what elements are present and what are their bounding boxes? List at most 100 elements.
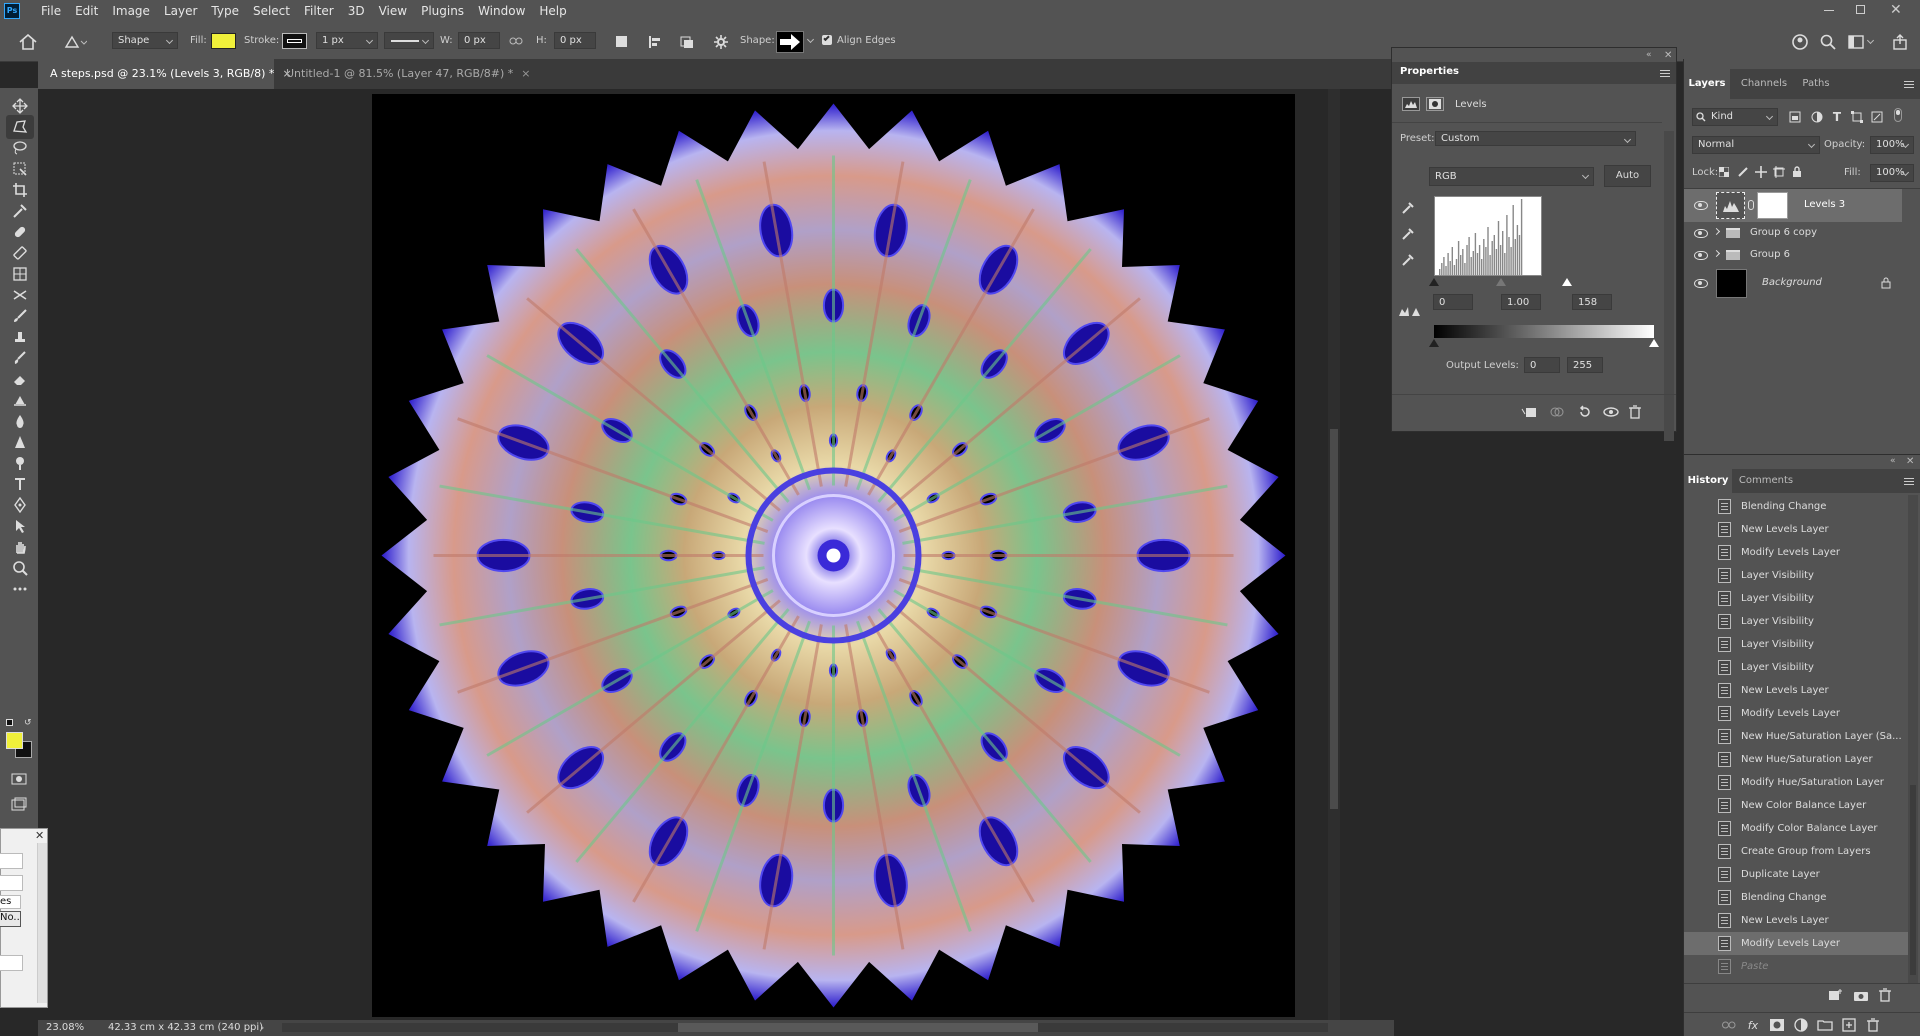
align-edges-checkbox[interactable] bbox=[822, 34, 832, 45]
visibility-eye-icon[interactable] bbox=[1694, 229, 1708, 238]
channel-select[interactable]: RGB bbox=[1429, 167, 1594, 186]
history-state[interactable]: New Levels Layer bbox=[1684, 909, 1908, 932]
swap-colors-icon[interactable]: ↺ bbox=[24, 718, 32, 728]
history-state[interactable]: Modify Levels Layer bbox=[1684, 541, 1908, 564]
layer-row-group-6-copy[interactable]: Group 6 copy bbox=[1684, 222, 1902, 244]
path-operations-icon[interactable] bbox=[616, 36, 627, 47]
visibility-eye-icon[interactable] bbox=[1694, 251, 1708, 260]
tab-channels[interactable]: Channels bbox=[1734, 69, 1794, 99]
tool-preset-icon[interactable] bbox=[60, 32, 90, 52]
tab-comments[interactable]: Comments bbox=[1736, 469, 1796, 493]
lock-all-icon[interactable] bbox=[1790, 165, 1804, 179]
clipping-warning-icon[interactable] bbox=[1398, 304, 1420, 318]
width-input[interactable]: 0 px bbox=[458, 32, 500, 49]
history-state[interactable]: Blending Change bbox=[1684, 886, 1908, 909]
zoom-level[interactable]: 23.08% bbox=[46, 1022, 84, 1033]
delete-adjustment-icon[interactable] bbox=[1626, 404, 1644, 420]
layer-mask-thumbnail[interactable] bbox=[1757, 192, 1788, 219]
stroke-width-input[interactable]: 1 px bbox=[316, 32, 378, 49]
history-state[interactable]: New Levels Layer bbox=[1684, 518, 1908, 541]
search-icon[interactable] bbox=[1818, 32, 1838, 52]
menu-window[interactable]: Window bbox=[471, 0, 532, 22]
document-canvas[interactable] bbox=[372, 94, 1295, 1017]
history-state[interactable]: Modify Levels Layer bbox=[1684, 932, 1908, 955]
menu-view[interactable]: View bbox=[372, 0, 414, 22]
history-state[interactable]: Layer Visibility bbox=[1684, 633, 1908, 656]
close-panel-icon[interactable]: ✕ bbox=[1664, 50, 1672, 61]
delete-state-icon[interactable] bbox=[1876, 987, 1894, 1003]
restore-button[interactable] bbox=[1856, 5, 1865, 14]
history-state[interactable]: Modify Hue/Saturation Layer bbox=[1684, 771, 1908, 794]
link-icon[interactable] bbox=[508, 34, 524, 48]
panel-menu-icon[interactable] bbox=[1660, 70, 1670, 77]
layers-panel-menu-icon[interactable] bbox=[1904, 81, 1914, 88]
stroke-type-select[interactable] bbox=[384, 32, 434, 49]
dialog-scrollbar[interactable] bbox=[37, 843, 47, 1003]
black-eyedropper-icon[interactable] bbox=[1400, 200, 1416, 216]
history-scrollbar[interactable] bbox=[1908, 495, 1918, 983]
layer-mask-icon[interactable] bbox=[1426, 97, 1444, 111]
history-state[interactable]: Paste bbox=[1684, 955, 1908, 978]
levels-adjustment-icon[interactable] bbox=[1402, 97, 1420, 111]
canvas-area[interactable] bbox=[38, 89, 1394, 1020]
status-menu-chevron-icon[interactable]: › bbox=[260, 1021, 264, 1034]
horizontal-scroll-thumb[interactable] bbox=[678, 1023, 1038, 1032]
share-icon[interactable] bbox=[1890, 32, 1910, 52]
new-document-from-state-icon[interactable] bbox=[1826, 987, 1844, 1003]
close-tab-icon[interactable]: × bbox=[521, 67, 530, 80]
filter-shape-icon[interactable] bbox=[1850, 110, 1864, 124]
fill-swatch[interactable] bbox=[211, 33, 236, 49]
close-window-button[interactable]: ✕ bbox=[1890, 2, 1902, 18]
layer-row-background[interactable]: Background bbox=[1684, 266, 1902, 301]
new-layer-icon[interactable] bbox=[1840, 1017, 1858, 1033]
history-state[interactable]: Create Group from Layers bbox=[1684, 840, 1908, 863]
tab-history[interactable]: History bbox=[1684, 469, 1732, 493]
canvas-vertical-scroll-thumb[interactable] bbox=[1330, 429, 1338, 809]
input-black-slider[interactable] bbox=[1429, 278, 1439, 286]
delete-layer-icon[interactable] bbox=[1864, 1017, 1882, 1033]
history-state[interactable]: Modify Levels Layer bbox=[1684, 702, 1908, 725]
history-state[interactable]: Duplicate Layer bbox=[1684, 863, 1908, 886]
view-previous-icon[interactable] bbox=[1548, 404, 1566, 420]
link-layers-icon[interactable] bbox=[1720, 1017, 1738, 1033]
lock-pixels-icon[interactable] bbox=[1736, 165, 1750, 179]
auto-button[interactable]: Auto bbox=[1604, 165, 1651, 187]
mode-select[interactable]: Shape bbox=[112, 32, 178, 49]
history-panel-menu-icon[interactable] bbox=[1904, 478, 1914, 485]
tab-layers[interactable]: Layers bbox=[1684, 69, 1730, 99]
quick-mask-icon[interactable] bbox=[10, 771, 28, 787]
tab-untitled-1[interactable]: Untitled-1 @ 81.5% (Layer 47, RGB/8#) * × bbox=[274, 59, 564, 89]
output-white-slider[interactable] bbox=[1649, 339, 1659, 347]
history-state[interactable]: Layer Visibility bbox=[1684, 564, 1908, 587]
menu-plugins[interactable]: Plugins bbox=[414, 0, 471, 22]
input-white-slider[interactable] bbox=[1562, 278, 1572, 286]
add-mask-icon[interactable] bbox=[1768, 1017, 1786, 1033]
collapse-history-icon[interactable]: « bbox=[1890, 456, 1896, 466]
gray-eyedropper-icon[interactable] bbox=[1400, 226, 1416, 242]
filter-adjustment-icon[interactable] bbox=[1810, 110, 1824, 124]
height-input[interactable]: 0 px bbox=[554, 32, 596, 49]
menu-layer[interactable]: Layer bbox=[157, 0, 204, 22]
input-gamma-slider[interactable] bbox=[1496, 278, 1506, 286]
workspace-icon[interactable] bbox=[1846, 32, 1866, 52]
filter-pixel-icon[interactable] bbox=[1788, 110, 1802, 124]
path-arrangement-icon[interactable] bbox=[676, 33, 696, 51]
screen-mode-icon[interactable] bbox=[10, 796, 28, 812]
foreground-color-swatch[interactable] bbox=[6, 732, 23, 749]
history-state[interactable]: Modify Color Balance Layer bbox=[1684, 817, 1908, 840]
history-state[interactable]: Layer Visibility bbox=[1684, 610, 1908, 633]
history-state[interactable]: Blending Change bbox=[1684, 495, 1908, 518]
history-state[interactable]: Layer Visibility bbox=[1684, 656, 1908, 679]
reset-icon[interactable] bbox=[1576, 404, 1594, 420]
workspace-chevron-icon[interactable] bbox=[1866, 36, 1875, 45]
input-white-field[interactable]: 158 bbox=[1572, 294, 1612, 310]
layer-row-levels-3[interactable]: Levels 3 bbox=[1684, 189, 1902, 222]
menu-edit[interactable]: Edit bbox=[68, 0, 105, 22]
lock-transparent-icon[interactable] bbox=[1718, 166, 1730, 178]
dialog-close-icon[interactable]: ✕ bbox=[35, 829, 44, 842]
layer-row-group-6[interactable]: Group 6 bbox=[1684, 244, 1902, 266]
group-expand-chevron-icon[interactable] bbox=[1712, 227, 1721, 236]
menu-file[interactable]: File bbox=[34, 0, 68, 22]
preset-select[interactable]: Custom bbox=[1435, 131, 1636, 146]
tab-paths[interactable]: Paths bbox=[1796, 69, 1836, 99]
